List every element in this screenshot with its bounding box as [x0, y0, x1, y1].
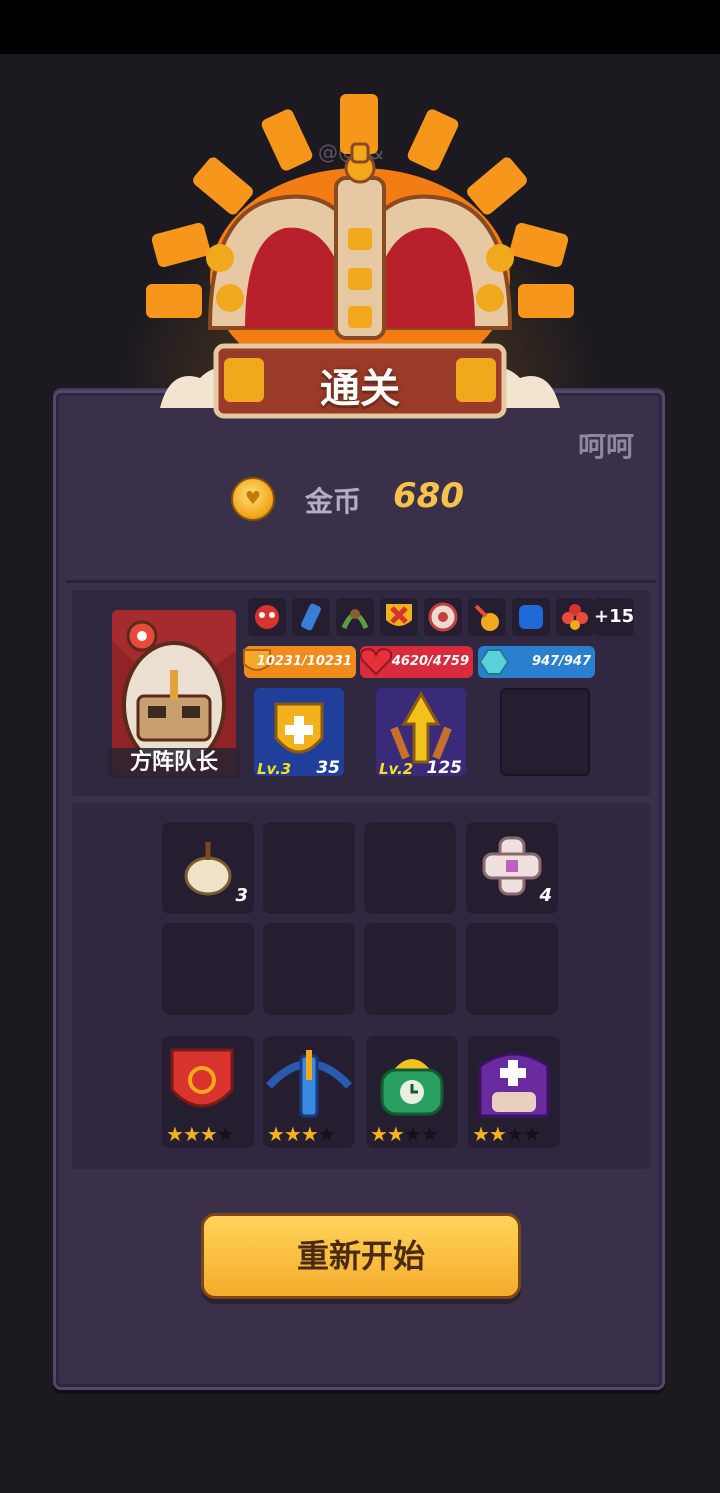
heart-icon: ♥	[244, 488, 262, 509]
green-clock-icon	[380, 1059, 444, 1116]
skill-level: Lv.3	[257, 760, 292, 778]
equipment-slot[interactable]: ★★★★	[468, 1036, 560, 1148]
more-buffs-badge[interactable]: +15	[594, 598, 634, 636]
item-slot[interactable]	[466, 923, 558, 1015]
skill-count: 125	[426, 758, 463, 778]
mana-value: 947/947	[531, 654, 591, 669]
equipment-slot[interactable]: ★★★★	[162, 1036, 254, 1148]
corner-label: 呵呵	[578, 430, 635, 463]
hp-stat-bar: 4620/4759	[359, 646, 473, 678]
item-slot[interactable]	[162, 923, 254, 1015]
crystal-icon	[478, 649, 510, 675]
heart-icon	[359, 647, 393, 676]
mana-stat-bar: 947/947	[478, 646, 595, 678]
vine-buff-icon[interactable]	[336, 598, 374, 636]
blue-crossbow-icon	[266, 1050, 352, 1118]
shield-stat-bar: 10231/10231	[243, 646, 356, 678]
star-rating: ★★★★	[370, 1122, 439, 1146]
item-slot[interactable]	[263, 822, 355, 914]
fire-fist-buff-icon[interactable]	[468, 598, 506, 636]
item-count: 4	[539, 885, 552, 906]
empty-skill-slot[interactable]	[500, 688, 590, 776]
coins-label: 金币	[305, 485, 362, 518]
flower-buff-icon[interactable]	[556, 598, 594, 636]
star-rating: ★★★★	[267, 1122, 336, 1146]
divider	[66, 580, 656, 583]
item-slot[interactable]: 3	[162, 822, 254, 914]
mask-buff-icon[interactable]	[248, 598, 286, 636]
purple-priest-icon	[478, 1052, 550, 1118]
star-rating: ★★★★	[472, 1122, 541, 1146]
item-slot[interactable]	[263, 923, 355, 1015]
item-slot[interactable]: 4	[466, 822, 558, 914]
skill-count: 35	[316, 758, 340, 778]
cross-shield-buff-icon[interactable]	[380, 598, 418, 636]
restart-button[interactable]: 重新开始	[201, 1213, 521, 1299]
hp-value: 4620/4759	[391, 654, 469, 669]
status-bar	[0, 0, 720, 54]
item-slot[interactable]	[364, 923, 456, 1015]
red-flame-shield-icon	[170, 1048, 234, 1108]
sigil-buff-icon[interactable]	[424, 598, 462, 636]
item-count: 3	[235, 885, 248, 906]
equipment-slot[interactable]: ★★★★	[366, 1036, 458, 1148]
banner-title: 通关	[320, 366, 400, 412]
skill-slot-1[interactable]: Lv.3 35	[254, 688, 344, 778]
coins-value: 680	[393, 476, 464, 516]
equipment-slot[interactable]: ★★★★	[263, 1036, 355, 1148]
shield-value: 10231/10231	[256, 654, 352, 669]
blue-gem-buff-icon[interactable]	[512, 598, 550, 636]
crystal-buff-icon[interactable]	[292, 598, 330, 636]
item-slot[interactable]	[364, 822, 456, 914]
star-rating: ★★★★	[166, 1122, 235, 1146]
skill-level: Lv.2	[379, 760, 414, 778]
skill-slot-2[interactable]: Lv.2 125	[376, 688, 466, 778]
inventory-section	[72, 803, 650, 1169]
hero-name: 方阵队长	[108, 748, 240, 778]
